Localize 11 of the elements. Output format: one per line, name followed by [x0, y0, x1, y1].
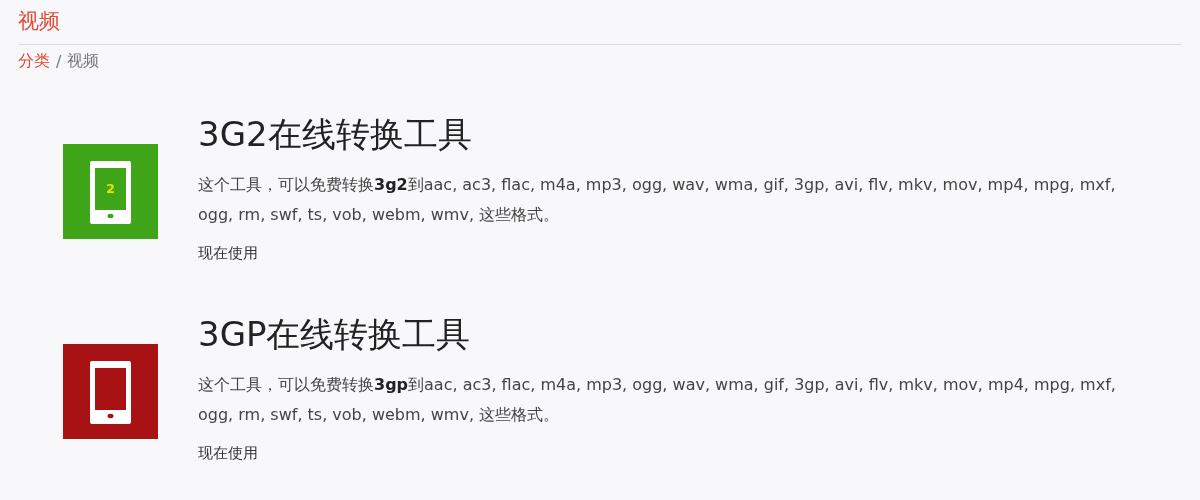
breadcrumb-link[interactable]: 分类 — [18, 51, 50, 72]
use-now-link[interactable]: 现在使用 — [198, 444, 258, 463]
use-now-link[interactable]: 现在使用 — [198, 244, 258, 263]
tool-title: 3GP在线转换工具 — [198, 313, 471, 356]
phone-icon: 2 — [63, 144, 158, 239]
tool-description: 这个工具，可以免费转换3gp到aac, ac3, flac, m4a, mp3, ogg, wav, wma, gif, 3gp, avi, flv, mkv, mov, mp4, mpg, mxf, ogg, rm, swf, ts, vob, webm, wmv, 这些格式。 — [198, 374, 1117, 426]
tool-title: 3G2在线转换工具 — [198, 113, 472, 156]
breadcrumb-current: 视频 — [67, 51, 100, 72]
tool-description: 这个工具，可以免费转换3g2到aac, ac3, flac, m4a, mp3, ogg, wav, wma, gif, 3gp, avi, flv, mkv, mov, mp4, mpg, mxf, ogg, rm, swf, ts, vob, webm, wmv, 这些格式。 — [198, 174, 1117, 226]
breadcrumb-separator: / — [56, 52, 62, 71]
page-title: 视频 — [18, 8, 60, 35]
